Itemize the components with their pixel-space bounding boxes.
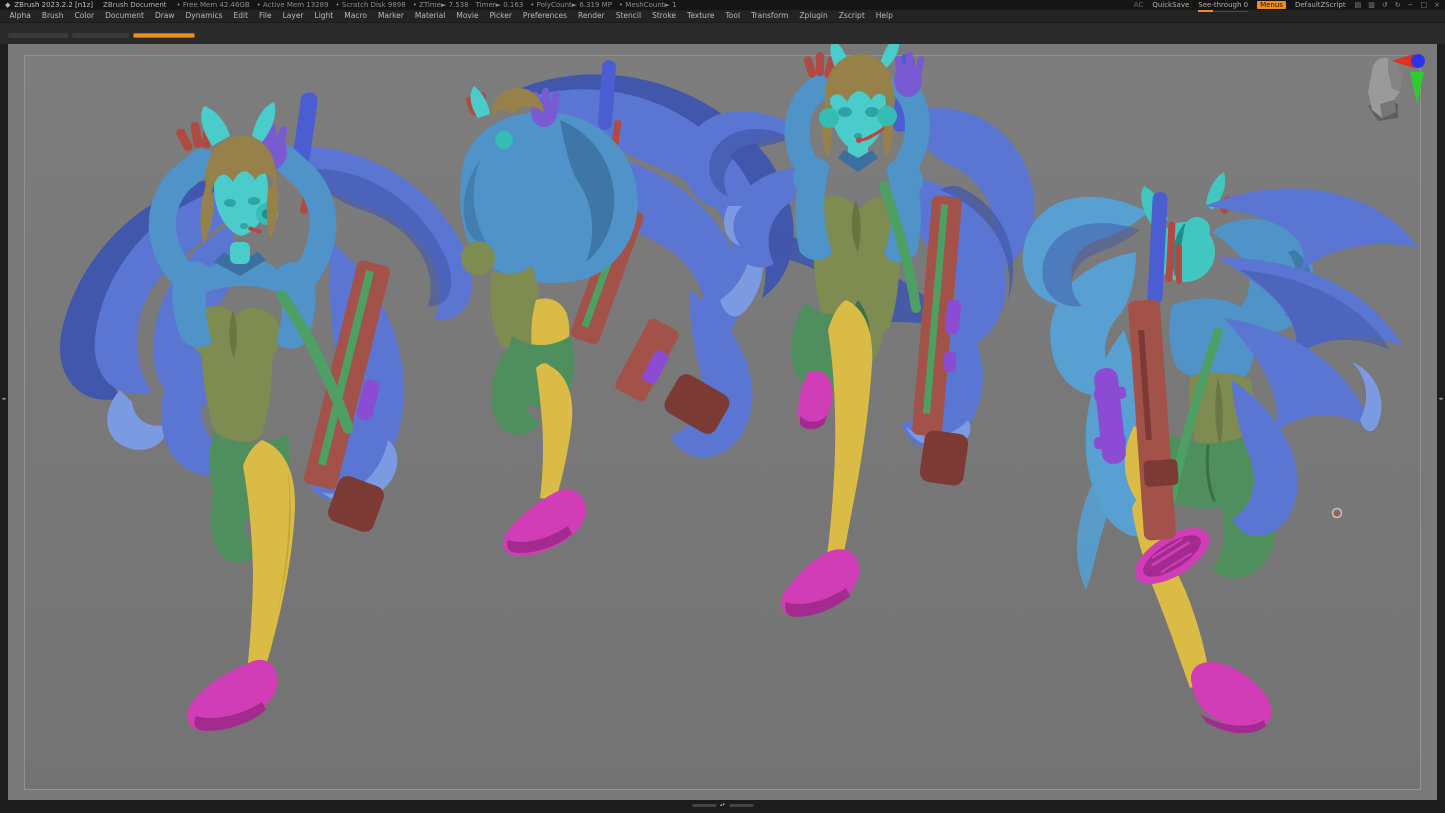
sculpt-view-3[interactable] [683, 44, 1035, 617]
close-icon[interactable]: × [1434, 0, 1440, 10]
menu-item[interactable]: Dynamics [180, 10, 228, 22]
menu-item[interactable]: Tool [720, 10, 746, 22]
stat-item: • ZTime► 7.538 [413, 0, 469, 10]
see-through-thumb[interactable] [1198, 10, 1213, 12]
menu-item[interactable]: Brush [36, 10, 69, 22]
minimize-icon[interactable]: − [1408, 0, 1414, 10]
stat-item: • MeshCount► 1 [619, 0, 677, 10]
menu-item[interactable]: Render [573, 10, 611, 22]
see-through-label: See-through 0 [1198, 1, 1248, 9]
tablet-left-icon[interactable]: ▤ [1355, 0, 1362, 10]
bottom-tray-handle[interactable]: ▴▾ [692, 804, 753, 807]
menu-item[interactable]: Help [870, 10, 898, 22]
left-tray-handle[interactable]: ◂▸ [0, 397, 8, 401]
menus-button[interactable]: Menus [1257, 1, 1286, 9]
menu-item[interactable]: Preferences [517, 10, 572, 22]
zbrush-logo-icon: ◆ [5, 0, 10, 10]
menu-item[interactable]: Picker [484, 10, 517, 22]
menu-item[interactable]: Edit [228, 10, 254, 22]
shelf-tab-2[interactable] [72, 33, 129, 38]
menu-item[interactable]: Zscript [833, 10, 870, 22]
gizmo-y-axis [1410, 72, 1424, 104]
sculpt-scene[interactable] [0, 44, 1445, 800]
bottom-tray-bar: ▴▾ [0, 800, 1445, 813]
stat-item: Timer► 0.163 [476, 0, 524, 10]
bottom-handle-right-bar [729, 804, 753, 807]
menu-item[interactable]: Zplugin [794, 10, 833, 22]
menu-item[interactable]: Stencil [610, 10, 646, 22]
app-title: ZBrush 2023.2.2 [n1z] [14, 0, 93, 10]
shelf-row [0, 22, 1445, 44]
status-stats: • Free Mem 42.46GB • Active Mem 13289 • Sc… [177, 0, 677, 10]
quicksave-button[interactable]: QuickSave [1152, 0, 1189, 10]
stat-item: • Scratch Disk 9898 [336, 0, 406, 10]
shelf-tab-1[interactable] [8, 33, 68, 38]
menu-item[interactable]: Draw [149, 10, 180, 22]
menu-item[interactable]: Document [100, 10, 150, 22]
menu-item[interactable]: Marker [372, 10, 409, 22]
left-tray-divider[interactable]: ◂▸ [0, 44, 8, 800]
stat-item: • Active Mem 13289 [257, 0, 329, 10]
menu-item[interactable]: Layer [277, 10, 309, 22]
menu-item[interactable]: Material [409, 10, 450, 22]
menu-item[interactable]: Macro [339, 10, 373, 22]
camera-gizmo[interactable] [1368, 54, 1425, 121]
bottom-handle-arrows-icon: ▴▾ [720, 804, 725, 807]
menu-item[interactable]: Color [69, 10, 100, 22]
see-through-slider[interactable]: See-through 0 [1198, 0, 1248, 11]
menu-item[interactable]: Texture [682, 10, 720, 22]
document-title: ZBrush Document [103, 0, 167, 10]
cursor [1333, 509, 1342, 518]
menu-item[interactable]: Transform [746, 10, 794, 22]
bottom-handle-left-bar [692, 804, 716, 807]
sculpt-view-1[interactable] [60, 91, 472, 731]
stat-item: • PolyCount► 6.319 MP [530, 0, 612, 10]
default-zscript-button[interactable]: DefaultZScript [1295, 0, 1346, 10]
right-tray-handle[interactable]: ◂▸ [1437, 397, 1445, 401]
stat-item: • Free Mem 42.46GB [177, 0, 250, 10]
shelf-tab-active[interactable] [133, 33, 195, 38]
menu-item[interactable]: Stroke [647, 10, 682, 22]
menu-item[interactable]: Movie [451, 10, 484, 22]
tablet-right-icon[interactable]: ▥ [1368, 0, 1375, 10]
undo-icon[interactable]: ↺ [1382, 0, 1388, 10]
menu-item[interactable]: Alpha [4, 10, 36, 22]
redo-icon[interactable]: ↻ [1395, 0, 1401, 10]
title-bar: ◆ ZBrush 2023.2.2 [n1z] ZBrush Document … [0, 0, 1445, 10]
sculpt-view-4[interactable] [1023, 172, 1418, 733]
ac-toggle[interactable]: AC [1134, 0, 1144, 10]
menu-bar: AlphaBrushColorDocumentDrawDynamicsEditF… [0, 10, 1445, 22]
viewport[interactable]: ◂▸ ◂▸ [0, 44, 1445, 800]
restore-icon[interactable]: □ [1421, 0, 1428, 10]
menu-item[interactable]: Light [309, 10, 339, 22]
menu-item[interactable]: File [254, 10, 278, 22]
gizmo-z-axis [1411, 54, 1425, 68]
right-tray-divider[interactable]: ◂▸ [1437, 44, 1445, 800]
